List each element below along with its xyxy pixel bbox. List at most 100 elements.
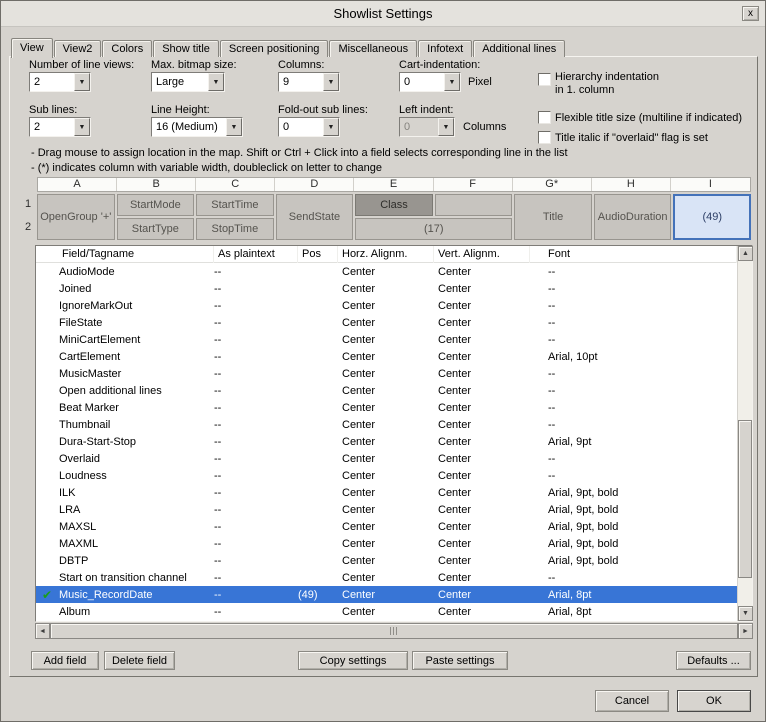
dropdown-arrow-icon[interactable]: ▼	[444, 73, 460, 91]
map-column-letter[interactable]: F	[434, 178, 513, 191]
table-row[interactable]: Open additional lines--CenterCenter--	[36, 382, 737, 399]
paste-settings-button[interactable]: Paste settings	[412, 651, 508, 670]
map-cell-pos49-selected[interactable]: (49)	[673, 194, 751, 240]
fold-out-sub-lines-select[interactable]: 0 ▼	[278, 117, 340, 137]
map-cell-empty[interactable]	[435, 194, 513, 216]
bitmap-size-select[interactable]: Large ▼	[151, 72, 225, 92]
tab-miscellaneous[interactable]: Miscellaneous	[329, 40, 417, 57]
map-cell-class[interactable]: Class	[355, 194, 433, 216]
table-row[interactable]: Joined--CenterCenter--	[36, 280, 737, 297]
table-row[interactable]: Thumbnail--CenterCenter--	[36, 416, 737, 433]
table-row[interactable]: LRA--CenterCenterArial, 9pt, bold	[36, 501, 737, 518]
tab-infotext[interactable]: Infotext	[418, 40, 472, 57]
add-field-button[interactable]: Add field	[31, 651, 99, 670]
dropdown-arrow-icon[interactable]: ▼	[74, 118, 90, 136]
left-indent-select: 0 ▼	[399, 117, 455, 137]
table-row[interactable]: MiniCartElement--CenterCenter--	[36, 331, 737, 348]
horizontal-scroll-thumb[interactable]	[50, 623, 738, 639]
flexible-title-checkbox[interactable]	[538, 111, 551, 124]
line-height-select[interactable]: 16 (Medium) ▼	[151, 117, 243, 137]
table-row[interactable]: Overlaid--CenterCenter--	[36, 450, 737, 467]
map-cell-title[interactable]: Title	[514, 194, 592, 240]
table-row[interactable]: IgnoreMarkOut--CenterCenter--	[36, 297, 737, 314]
column-header[interactable]: Field/Tagname	[58, 246, 214, 263]
sub-lines-select[interactable]: 2 ▼	[29, 117, 91, 137]
cell-font: --	[530, 419, 737, 431]
map-column-letter[interactable]: I	[671, 178, 750, 191]
column-header[interactable]: Horz. Alignm.	[338, 246, 434, 263]
delete-field-button[interactable]: Delete field	[104, 651, 175, 670]
dropdown-arrow-icon[interactable]: ▼	[323, 73, 339, 91]
map-cell-opengroup[interactable]: OpenGroup '+'	[37, 194, 115, 240]
map-row-number: 1	[21, 194, 35, 217]
table-row[interactable]: AudioMode--CenterCenter--	[36, 263, 737, 280]
table-row[interactable]: ✔Music_RecordDate--(49)CenterCenterArial…	[36, 586, 737, 603]
tab-additional-lines[interactable]: Additional lines	[473, 40, 565, 57]
map-cell-starttime[interactable]: StartTime	[196, 194, 274, 216]
cart-indentation-select[interactable]: 0 ▼	[399, 72, 461, 92]
map-cell-audioduration[interactable]: AudioDuration	[594, 194, 672, 240]
cell-plaintext: --	[214, 504, 298, 516]
map-column-letter[interactable]: D	[275, 178, 354, 191]
table-row[interactable]: Start on transition channel--CenterCente…	[36, 569, 737, 586]
line-views-select[interactable]: 2 ▼	[29, 72, 91, 92]
table-row[interactable]: MAXML--CenterCenterArial, 9pt, bold	[36, 535, 737, 552]
scroll-left-icon[interactable]: ◄	[35, 623, 50, 639]
defaults-button[interactable]: Defaults ...	[676, 651, 751, 670]
tab-show-title[interactable]: Show title	[153, 40, 219, 57]
column-header[interactable]: Pos	[298, 246, 338, 263]
scroll-down-icon[interactable]: ▼	[738, 606, 753, 621]
map-cell-stoptime[interactable]: StopTime	[196, 218, 274, 240]
dropdown-arrow-icon[interactable]: ▼	[226, 118, 242, 136]
table-row[interactable]: MusicMaster--CenterCenter--	[36, 365, 737, 382]
table-row[interactable]: Loudness--CenterCenter--	[36, 467, 737, 484]
map-column-letter[interactable]: B	[117, 178, 196, 191]
columns-select[interactable]: 9 ▼	[278, 72, 340, 92]
hierarchy-indentation-checkbox[interactable]	[538, 73, 551, 86]
table-row[interactable]: Album--CenterCenterArial, 8pt	[36, 603, 737, 620]
scroll-right-icon[interactable]: ►	[738, 623, 753, 639]
dropdown-arrow-icon[interactable]: ▼	[74, 73, 90, 91]
cell-horz-align: Center	[338, 283, 434, 295]
table-row[interactable]: Beat Marker--CenterCenter--	[36, 399, 737, 416]
cell-horz-align: Center	[338, 606, 434, 618]
map-column-letter[interactable]: C	[196, 178, 275, 191]
map-cell-sendstate[interactable]: SendState	[276, 194, 354, 240]
map-column-letter[interactable]: E	[354, 178, 433, 191]
copy-settings-button[interactable]: Copy settings	[298, 651, 408, 670]
table-row[interactable]: DBTP--CenterCenterArial, 9pt, bold	[36, 552, 737, 569]
map-cell-starttype[interactable]: StartType	[117, 218, 195, 240]
column-header[interactable]: Font	[530, 246, 737, 263]
dropdown-arrow-icon[interactable]: ▼	[208, 73, 224, 91]
dropdown-arrow-icon[interactable]: ▼	[323, 118, 339, 136]
cancel-button[interactable]: Cancel	[595, 690, 669, 712]
map-column-letter[interactable]: A	[38, 178, 117, 191]
close-button[interactable]: x	[742, 6, 759, 21]
vertical-scroll-track[interactable]	[738, 261, 752, 606]
map-cell-pos17[interactable]: (17)	[355, 218, 512, 240]
map-column-letter[interactable]: G*	[513, 178, 592, 191]
tab-view[interactable]: View	[11, 38, 53, 58]
ok-button[interactable]: OK	[677, 690, 751, 712]
tab-screen-positioning[interactable]: Screen positioning	[220, 40, 329, 57]
vertical-scroll-thumb[interactable]	[738, 420, 752, 579]
map-column-letter[interactable]: H	[592, 178, 671, 191]
cell-field: LRA	[58, 504, 214, 516]
scroll-up-icon[interactable]: ▲	[738, 246, 753, 261]
table-row[interactable]: FileState--CenterCenter--	[36, 314, 737, 331]
tab-colors[interactable]: Colors	[102, 40, 152, 57]
tab-view2[interactable]: View2	[54, 40, 102, 57]
horizontal-scrollbar[interactable]: ◄ ►	[35, 623, 753, 639]
fold-out-sub-lines-label: Fold-out sub lines:	[278, 104, 368, 116]
table-row[interactable]: ILK--CenterCenterArial, 9pt, bold	[36, 484, 737, 501]
table-row[interactable]: CartElement--CenterCenterArial, 10pt	[36, 348, 737, 365]
column-header[interactable]: As plaintext	[214, 246, 298, 263]
map-cell-startmode[interactable]: StartMode	[117, 194, 195, 216]
vertical-scrollbar[interactable]: ▲ ▼	[737, 246, 752, 621]
title-italic-checkbox[interactable]	[538, 131, 551, 144]
map-hint-variable-width: - (*) indicates column with variable wid…	[31, 162, 382, 174]
table-row[interactable]: MAXSL--CenterCenterArial, 9pt, bold	[36, 518, 737, 535]
table-row[interactable]: Dura-Start-Stop--CenterCenterArial, 9pt	[36, 433, 737, 450]
cell-vert-align: Center	[434, 334, 530, 346]
column-header[interactable]: Vert. Alignm.	[434, 246, 530, 263]
